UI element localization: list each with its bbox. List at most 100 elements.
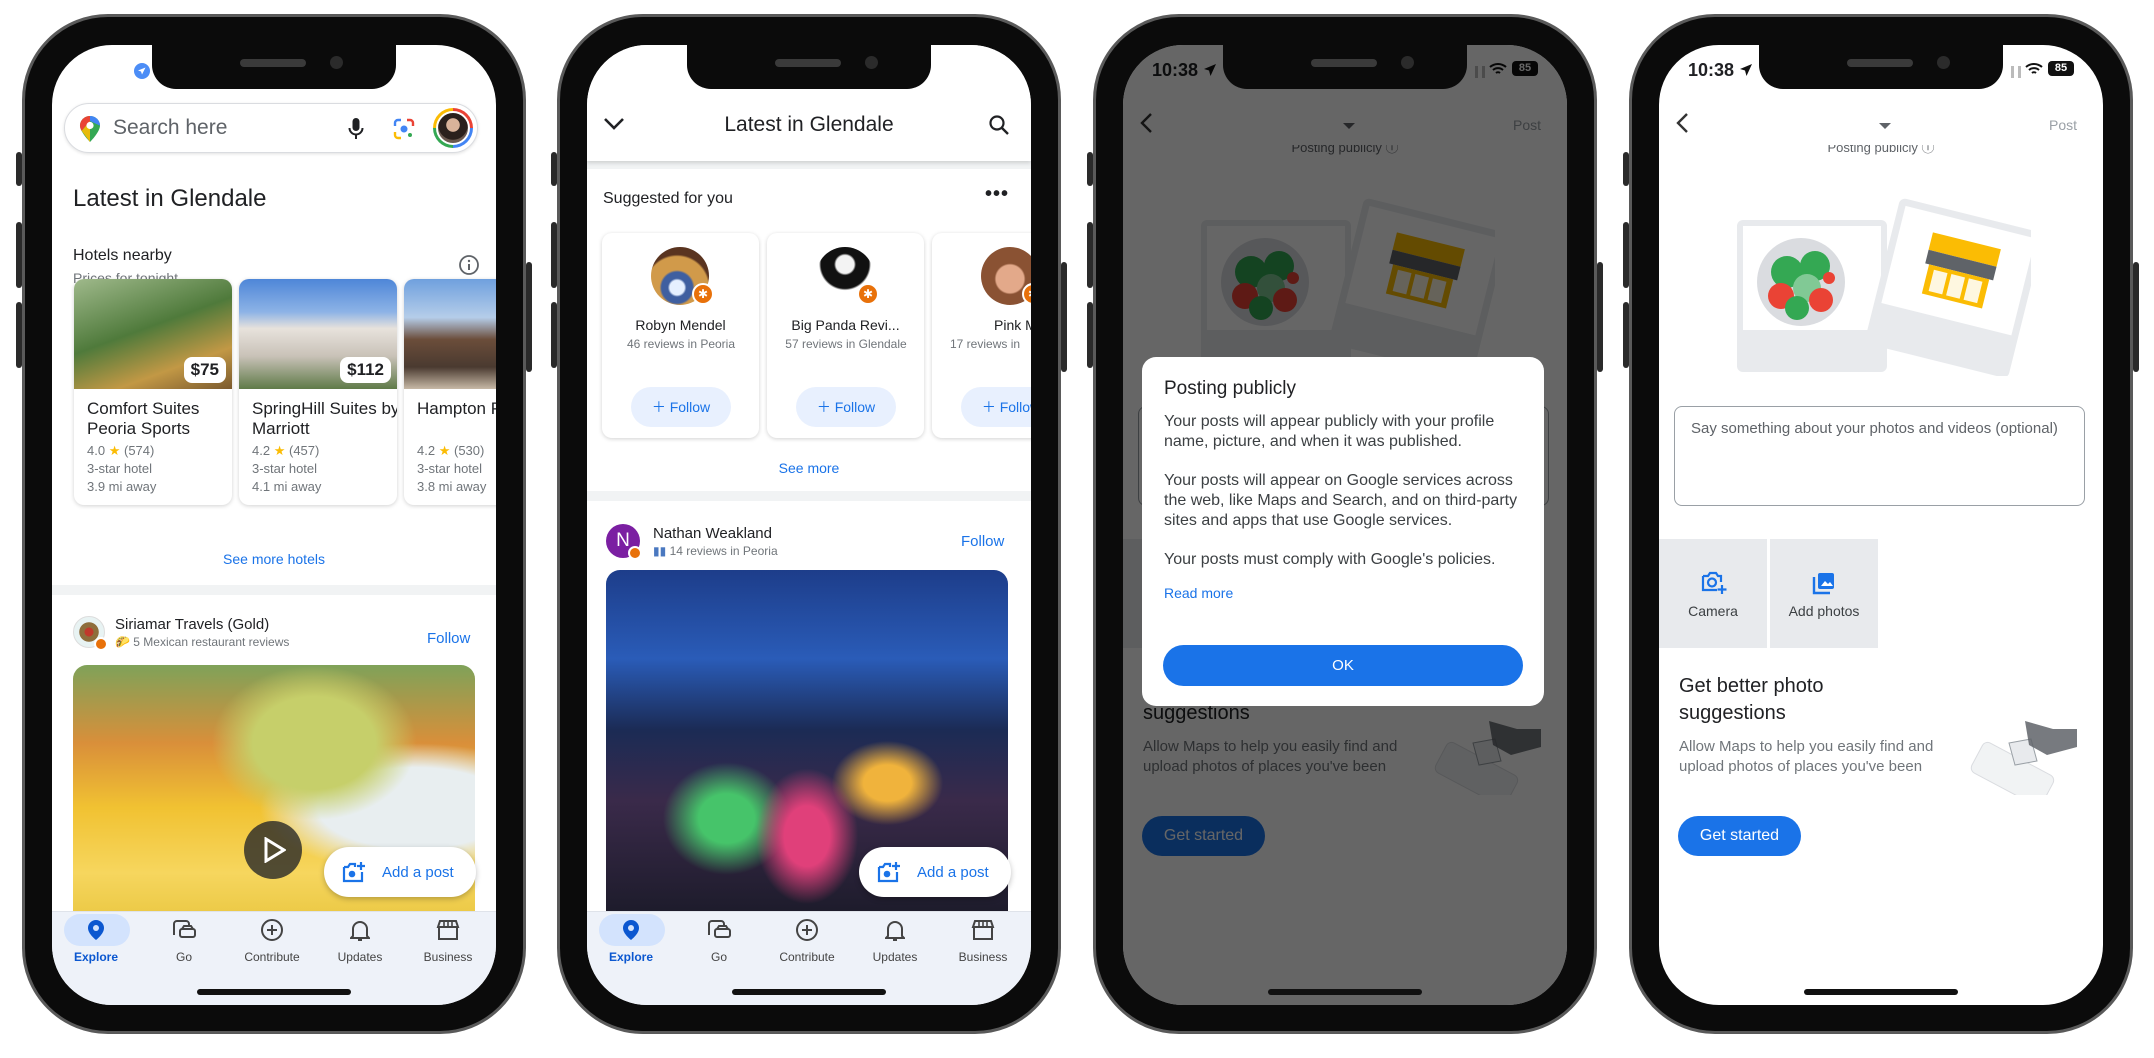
- nav-business[interactable]: Business: [939, 912, 1027, 972]
- nav-contribute[interactable]: Contribute: [763, 912, 851, 972]
- plus-icon: ＋: [981, 399, 996, 415]
- see-more-link[interactable]: See more: [587, 460, 1031, 476]
- plus-icon: ＋: [816, 399, 831, 415]
- search-bar[interactable]: Search here: [64, 103, 478, 153]
- follow-label: Follow: [999, 399, 1031, 415]
- search-input[interactable]: Search here: [113, 116, 227, 140]
- home-indicator[interactable]: [1804, 989, 1958, 995]
- promo-body: Allow Maps to help you easily find and u…: [1679, 738, 1934, 775]
- hotel-distance: 4.1 mi away: [252, 479, 322, 494]
- add-photos-button[interactable]: Add photos: [1770, 539, 1878, 648]
- dropdown-triangle-icon[interactable]: [1878, 122, 1892, 130]
- profile-review-count: 46 reviews in Peoria: [626, 337, 736, 351]
- hotel-card[interactable]: Hampton Phoenix/ 4.2 ★ (530) 3-star hote…: [404, 279, 496, 505]
- nav-explore[interactable]: Explore: [52, 912, 140, 972]
- home-indicator[interactable]: [732, 989, 886, 995]
- google-maps-pin-icon: [80, 116, 100, 142]
- posting-publicly-row[interactable]: Posting publicly ⓘ: [1659, 145, 2103, 157]
- local-guide-badge-icon: ✱: [692, 283, 714, 305]
- battery-indicator: 85: [2048, 61, 2074, 76]
- nav-go[interactable]: Go: [140, 912, 228, 972]
- phone-compose: 10:38 85 Post Posting publicly ⓘ Say som…: [1623, 14, 2139, 1034]
- hotel-distance: 3.9 mi away: [87, 479, 157, 494]
- location-arrow-icon: [134, 63, 150, 79]
- nav-updates[interactable]: Updates: [316, 912, 404, 972]
- power-button: [2133, 262, 2139, 372]
- microphone-icon[interactable]: [348, 117, 364, 141]
- hotel-card[interactable]: $112 SpringHill Suites by Marriott 4.2 ★…: [239, 279, 397, 505]
- nav-business[interactable]: Business: [404, 912, 492, 972]
- suggested-profile-card[interactable]: ✱ Big Panda Revi... 57 reviews in Glenda…: [767, 233, 924, 438]
- volume-up-button: [16, 222, 22, 288]
- account-avatar[interactable]: [433, 108, 473, 148]
- volume-down-button: [16, 302, 22, 368]
- storefront-icon: [971, 920, 995, 940]
- notch: [152, 45, 396, 89]
- nav-label: Updates: [872, 950, 918, 964]
- add-a-post-button[interactable]: Add a post: [324, 847, 476, 897]
- volume-down-button: [1087, 302, 1093, 368]
- volume-up-button: [1087, 222, 1093, 288]
- post-button[interactable]: Post: [2049, 117, 2077, 133]
- dialog-paragraph: Your posts will appear publicly with you…: [1164, 413, 1495, 450]
- local-guide-badge-icon: [628, 546, 642, 560]
- dialog-paragraph: Your posts will appear on Google service…: [1164, 472, 1518, 529]
- suggested-profile-card[interactable]: ✱ Pink Mo 17 reviews in ＋ Follow: [932, 233, 1031, 438]
- notch: [687, 45, 931, 89]
- post-author[interactable]: Nathan Weakland: [653, 525, 772, 542]
- camera-button[interactable]: Camera: [1659, 539, 1767, 648]
- nav-label: Business: [958, 950, 1008, 964]
- nav-explore[interactable]: Explore: [587, 912, 675, 972]
- nav-go[interactable]: Go: [675, 912, 763, 972]
- volume-down-button: [551, 302, 557, 368]
- map-pin-icon: [623, 920, 639, 940]
- follow-label: Follow: [669, 399, 711, 415]
- post-author[interactable]: Siriamar Travels (Gold): [115, 616, 269, 633]
- power-button: [1061, 262, 1067, 372]
- profile-review-count: 17 reviews in: [950, 337, 1021, 351]
- follow-button[interactable]: Follow: [427, 630, 470, 647]
- location-arrow-icon: [1740, 64, 1752, 76]
- notch: [1759, 45, 2003, 89]
- status-time: 10:38: [1688, 60, 1735, 80]
- add-photo-camera-icon: [342, 862, 365, 883]
- ok-button[interactable]: OK: [1163, 645, 1523, 686]
- more-options-icon[interactable]: •••: [985, 183, 1009, 206]
- search-icon[interactable]: [988, 114, 1010, 136]
- star-icon: ★: [273, 443, 286, 458]
- profile-name: Pink Mo: [994, 317, 1031, 333]
- back-chevron-icon[interactable]: [1675, 112, 1689, 134]
- add-a-post-button[interactable]: Add a post: [859, 847, 1011, 897]
- follow-button[interactable]: ＋ Follow: [796, 387, 896, 427]
- nav-contribute[interactable]: Contribute: [228, 912, 316, 972]
- hotel-price: $75: [183, 357, 226, 383]
- home-indicator[interactable]: [1268, 989, 1422, 995]
- nav-updates[interactable]: Updates: [851, 912, 939, 972]
- photos-illustration: [1737, 198, 2031, 376]
- suggested-profile-card[interactable]: ✱ Robyn Mendel 46 reviews in Peoria ＋ Fo…: [602, 233, 759, 438]
- camera-label: Camera: [1688, 603, 1738, 619]
- get-started-button[interactable]: Get started: [1678, 816, 1801, 856]
- google-lens-icon[interactable]: [392, 117, 416, 141]
- star-icon: ★: [438, 443, 451, 458]
- city-icon: ▮▮: [653, 544, 667, 558]
- follow-button[interactable]: ＋ Follow: [631, 387, 731, 427]
- silent-switch: [1623, 152, 1629, 186]
- follow-button[interactable]: Follow: [961, 533, 1004, 550]
- home-indicator[interactable]: [197, 989, 351, 995]
- post-description-textarea[interactable]: Say something about your photos and vide…: [1674, 406, 2085, 506]
- follow-button[interactable]: ＋ Follow: [961, 387, 1031, 427]
- read-more-link[interactable]: Read more: [1164, 585, 1522, 601]
- play-button[interactable]: [244, 821, 302, 879]
- hotel-card[interactable]: $75 Comfort Suites Peoria Sports 4.0 ★ (…: [74, 279, 232, 505]
- follow-label: Follow: [834, 399, 876, 415]
- bell-icon: [885, 921, 905, 941]
- posting-publicly-label: Posting publicly: [1827, 145, 1918, 155]
- add-photo-camera-icon: [877, 862, 900, 883]
- dialog-title: Posting publicly: [1164, 378, 1297, 399]
- see-more-hotels-link[interactable]: See more hotels: [52, 551, 496, 567]
- silent-switch: [1087, 152, 1093, 186]
- map-pin-icon: [88, 920, 104, 940]
- info-icon[interactable]: [458, 254, 480, 276]
- posting-publicly-dialog: Posting publicly Your posts will appear …: [1142, 357, 1544, 706]
